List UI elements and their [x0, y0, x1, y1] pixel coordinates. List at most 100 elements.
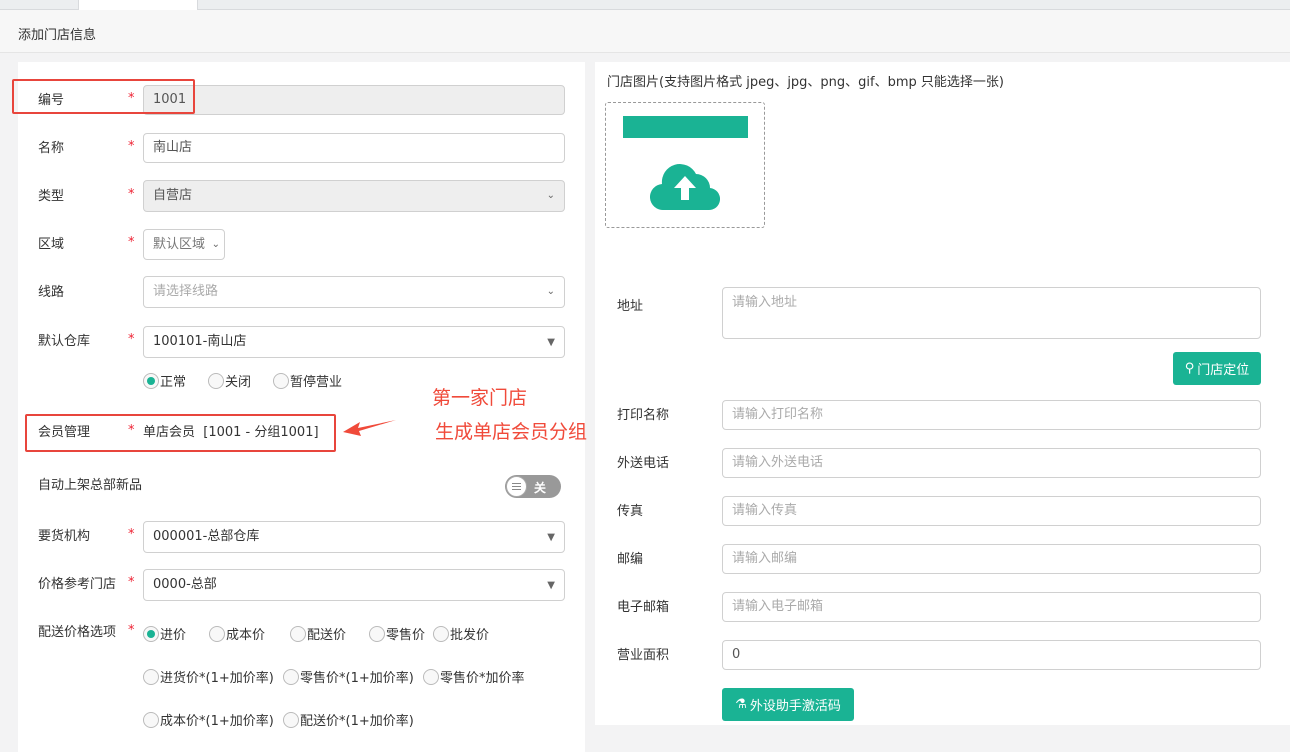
postcode-label: 邮编	[617, 552, 644, 567]
supplier-select[interactable]: 000001-总部仓库 ▼	[143, 521, 565, 553]
fax-input[interactable]: 请输入传真	[722, 496, 1261, 526]
price-radio[interactable]: 进货价*(1+加价率)	[143, 667, 274, 686]
print-name-input[interactable]: 请输入打印名称	[722, 400, 1261, 430]
caret-down-icon: ▼	[547, 532, 555, 543]
activation-code-button[interactable]: ⚗ 外设助手激活码	[722, 688, 854, 721]
radio-label: 零售价	[386, 628, 426, 643]
image-label: 门店图片(支持图片格式 jpeg、jpg、png、gif、bmp 只能选择一张)	[607, 75, 1004, 90]
page-title: 添加门店信息	[18, 28, 97, 43]
delivery-price-label: 配送价格选项	[38, 625, 117, 640]
radio-circle	[283, 668, 299, 685]
radio-circle	[290, 625, 306, 642]
annotation-line1: 第一家门店	[432, 387, 528, 409]
price-radio[interactable]: 进价	[143, 624, 186, 643]
required-star: *	[128, 332, 135, 347]
region-value: 默认区域	[153, 237, 206, 252]
address-label: 地址	[617, 299, 644, 314]
delivery-phone-label: 外送电话	[617, 456, 670, 471]
type-value: 自营店	[153, 188, 193, 203]
radio-label: 零售价*(1+加价率)	[300, 671, 414, 686]
fax-label: 传真	[617, 504, 644, 519]
caret-down-icon: ▼	[547, 337, 555, 348]
price-ref-label: 价格参考门店	[38, 577, 117, 592]
required-star: *	[128, 187, 135, 202]
placeholder: 请输入邮编	[732, 551, 798, 566]
required-star: *	[128, 575, 135, 590]
delivery-phone-input[interactable]: 请输入外送电话	[722, 448, 1261, 478]
radio-label: 成本价	[226, 628, 266, 643]
price-radio[interactable]: 配送价*(1+加价率)	[283, 710, 414, 729]
status-radio-normal[interactable]: 正常	[143, 371, 186, 390]
status-radio-closed[interactable]: 关闭	[208, 371, 251, 390]
map-marker-icon: ⚲	[1184, 361, 1195, 376]
highlight-box	[12, 79, 195, 114]
radio-circle	[423, 668, 439, 685]
image-upload[interactable]	[605, 102, 765, 228]
route-label: 线路	[38, 285, 65, 300]
price-radio[interactable]: 成本价	[209, 624, 265, 643]
radio-label: 进价	[160, 628, 187, 643]
price-radio[interactable]: 批发价	[433, 624, 489, 643]
caret-down-icon: ▼	[547, 580, 555, 591]
radio-circle	[433, 625, 449, 642]
toggle-knob	[506, 476, 527, 497]
required-star: *	[128, 527, 135, 542]
price-radio[interactable]: 零售价	[369, 624, 425, 643]
cloud-upload-icon	[650, 164, 720, 211]
toggle-label: 关	[534, 481, 547, 495]
price-radio[interactable]: 零售价*加价率	[423, 667, 525, 686]
placeholder: 请输入外送电话	[732, 455, 824, 470]
arrow-icon	[343, 420, 396, 436]
address-placeholder: 请输入地址	[732, 295, 798, 310]
radio-label: 进货价*(1+加价率)	[160, 671, 274, 686]
postcode-input[interactable]: 请输入邮编	[722, 544, 1261, 574]
type-label: 类型	[38, 189, 65, 204]
address-input[interactable]: 请输入地址	[722, 287, 1261, 339]
annotation-line2: 生成单店会员分组	[435, 421, 588, 443]
warehouse-select[interactable]: 100101-南山店 ▼	[143, 326, 565, 358]
price-radio[interactable]: 成本价*(1+加价率)	[143, 710, 274, 729]
placeholder: 请输入打印名称	[732, 407, 824, 422]
auto-shelf-label: 自动上架总部新品	[38, 478, 143, 493]
placeholder: 请输入传真	[732, 503, 798, 518]
print-name-label: 打印名称	[617, 408, 670, 423]
required-star: *	[128, 623, 135, 638]
name-input[interactable]: 南山店	[143, 133, 565, 163]
price-radio[interactable]: 零售价*(1+加价率)	[283, 667, 414, 686]
region-select[interactable]: 默认区域 ⌄	[143, 229, 225, 260]
chevron-down-icon: ⌄	[211, 239, 220, 250]
supplier-value: 000001-总部仓库	[153, 529, 260, 544]
radio-label: 批发价	[450, 628, 490, 643]
warehouse-value: 100101-南山店	[153, 334, 247, 349]
radio-label: 配送价	[307, 628, 347, 643]
radio-circle	[369, 625, 385, 642]
radio-circle	[208, 372, 224, 389]
email-input[interactable]: 请输入电子邮箱	[722, 592, 1261, 622]
code-input[interactable]: 1001	[143, 85, 565, 115]
radio-circle	[143, 372, 159, 389]
email-label: 电子邮箱	[617, 600, 670, 615]
radio-circle	[143, 625, 159, 642]
area-input[interactable]: 0	[722, 640, 1261, 670]
page-header: 添加门店信息	[0, 10, 1290, 53]
auto-shelf-toggle[interactable]: 关	[505, 475, 561, 498]
name-label: 名称	[38, 141, 65, 156]
radio-circle	[283, 711, 299, 728]
radio-circle	[143, 711, 159, 728]
radio-label: 正常	[160, 375, 187, 390]
locate-button[interactable]: ⚲ 门店定位	[1173, 352, 1261, 385]
placeholder: 请输入电子邮箱	[732, 599, 824, 614]
type-select[interactable]: 自营店 ⌄	[143, 180, 565, 212]
upload-bar	[623, 116, 748, 138]
price-ref-select[interactable]: 0000-总部 ▼	[143, 569, 565, 601]
highlight-box	[25, 414, 336, 452]
radio-circle	[143, 668, 159, 685]
status-radio-suspended[interactable]: 暂停营业	[273, 371, 342, 390]
radio-label: 关闭	[225, 375, 252, 390]
route-select[interactable]: 请选择线路 ⌄	[143, 276, 565, 308]
price-radio[interactable]: 配送价	[290, 624, 346, 643]
activation-label: 外设助手激活码	[749, 699, 841, 714]
supplier-label: 要货机构	[38, 529, 91, 544]
warehouse-label: 默认仓库	[38, 334, 91, 349]
radio-label: 配送价*(1+加价率)	[300, 714, 414, 729]
